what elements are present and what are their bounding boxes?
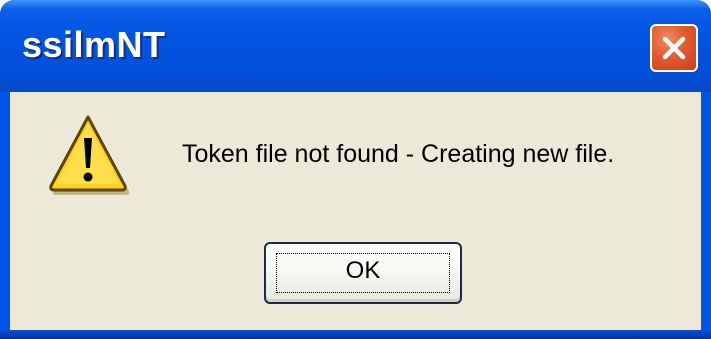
close-x-icon [662,36,686,60]
warning-icon [49,115,129,195]
window-title: ssilmNT [22,24,166,65]
dialog-body: Token file not found - Creating new file… [10,92,701,330]
dialog-window: ssilmNT Token file not found - Creating … [0,0,711,339]
ok-button-label: OK [345,257,381,284]
ok-button[interactable]: OK [264,242,462,304]
message-text: Token file not found - Creating new file… [182,140,615,168]
close-button[interactable] [650,24,698,72]
title-bar[interactable]: ssilmNT [0,0,711,92]
window-bottom-border [0,330,711,339]
